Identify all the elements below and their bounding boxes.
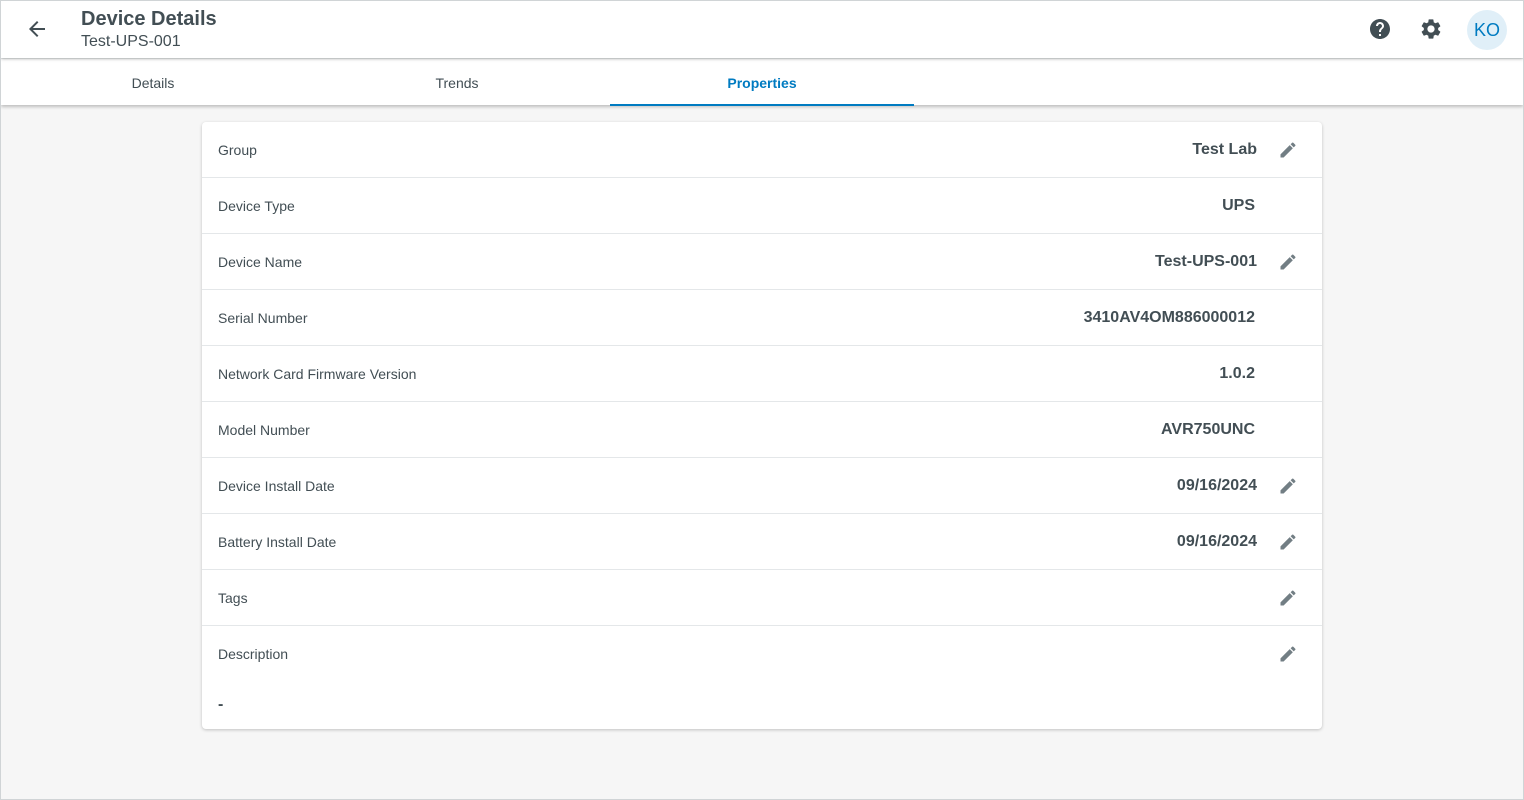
pencil-icon	[1280, 142, 1296, 158]
gear-icon	[1421, 19, 1441, 39]
page-title: Device Details	[81, 8, 217, 30]
pencil-icon	[1280, 646, 1296, 662]
pencil-icon	[1280, 590, 1296, 606]
property-label: Group	[218, 142, 257, 158]
property-value: Test-UPS-001	[1155, 253, 1257, 270]
pencil-icon	[1280, 254, 1296, 270]
property-label: Device Type	[218, 198, 295, 214]
property-value: 09/16/2024	[1176, 477, 1257, 494]
tab-bar: Details Trends Properties	[1, 58, 1523, 106]
edit-battery-install-date-button[interactable]	[1276, 530, 1300, 554]
property-label: Model Number	[218, 422, 310, 438]
app-bar: Device Details Test-UPS-001 KO	[1, 1, 1523, 58]
edit-device-name-button[interactable]	[1276, 250, 1300, 274]
property-row-device-install-date: Device Install Date 09/16/2024	[202, 458, 1322, 514]
help-button[interactable]	[1364, 13, 1396, 45]
description-value: -	[218, 696, 224, 713]
property-label: Tags	[218, 590, 248, 606]
property-value: AVR750UNC	[1161, 421, 1255, 438]
properties-card: Group Test Lab Device Type UPS Device Na…	[202, 122, 1322, 729]
property-value: Test Lab	[1192, 141, 1257, 158]
pencil-icon	[1280, 534, 1296, 550]
property-label: Network Card Firmware Version	[218, 366, 417, 382]
property-value: 1.0.2	[1219, 365, 1255, 382]
property-row-battery-install-date: Battery Install Date 09/16/2024	[202, 514, 1322, 570]
tab-details[interactable]: Details	[1, 59, 305, 106]
property-row-description: Description -	[202, 626, 1322, 729]
arrow-back-icon	[29, 21, 45, 37]
edit-tags-button[interactable]	[1276, 586, 1300, 610]
property-value: 3410AV4OM886000012	[1083, 309, 1255, 326]
page-subtitle: Test-UPS-001	[81, 33, 181, 50]
property-label: Serial Number	[218, 310, 308, 326]
property-row-firmware-version: Network Card Firmware Version 1.0.2	[202, 346, 1322, 402]
property-row-serial-number: Serial Number 3410AV4OM886000012	[202, 290, 1322, 346]
property-value: 09/16/2024	[1176, 533, 1257, 550]
tab-properties[interactable]: Properties	[610, 59, 914, 106]
property-row-device-name: Device Name Test-UPS-001	[202, 234, 1322, 290]
property-row-device-type: Device Type UPS	[202, 178, 1322, 234]
property-label: Battery Install Date	[218, 534, 337, 550]
property-value: UPS	[1222, 197, 1255, 214]
edit-device-install-date-button[interactable]	[1276, 474, 1300, 498]
app-window: Device Details Test-UPS-001 KO Details T…	[0, 0, 1524, 800]
title-block: Device Details Test-UPS-001	[81, 7, 217, 53]
property-label: Description	[218, 646, 289, 662]
edit-description-button[interactable]	[1276, 642, 1300, 666]
back-button[interactable]	[21, 13, 53, 45]
property-label: Device Install Date	[218, 478, 335, 494]
property-row-model-number: Model Number AVR750UNC	[202, 402, 1322, 458]
tab-trends[interactable]: Trends	[305, 59, 609, 106]
pencil-icon	[1280, 478, 1296, 494]
settings-button[interactable]	[1415, 13, 1447, 45]
property-label: Device Name	[218, 254, 303, 270]
edit-group-button[interactable]	[1276, 138, 1300, 162]
property-row-group: Group Test Lab	[202, 122, 1322, 178]
user-avatar[interactable]: KO	[1467, 10, 1507, 50]
help-circle-icon	[1370, 19, 1390, 39]
property-row-tags: Tags	[202, 570, 1322, 626]
